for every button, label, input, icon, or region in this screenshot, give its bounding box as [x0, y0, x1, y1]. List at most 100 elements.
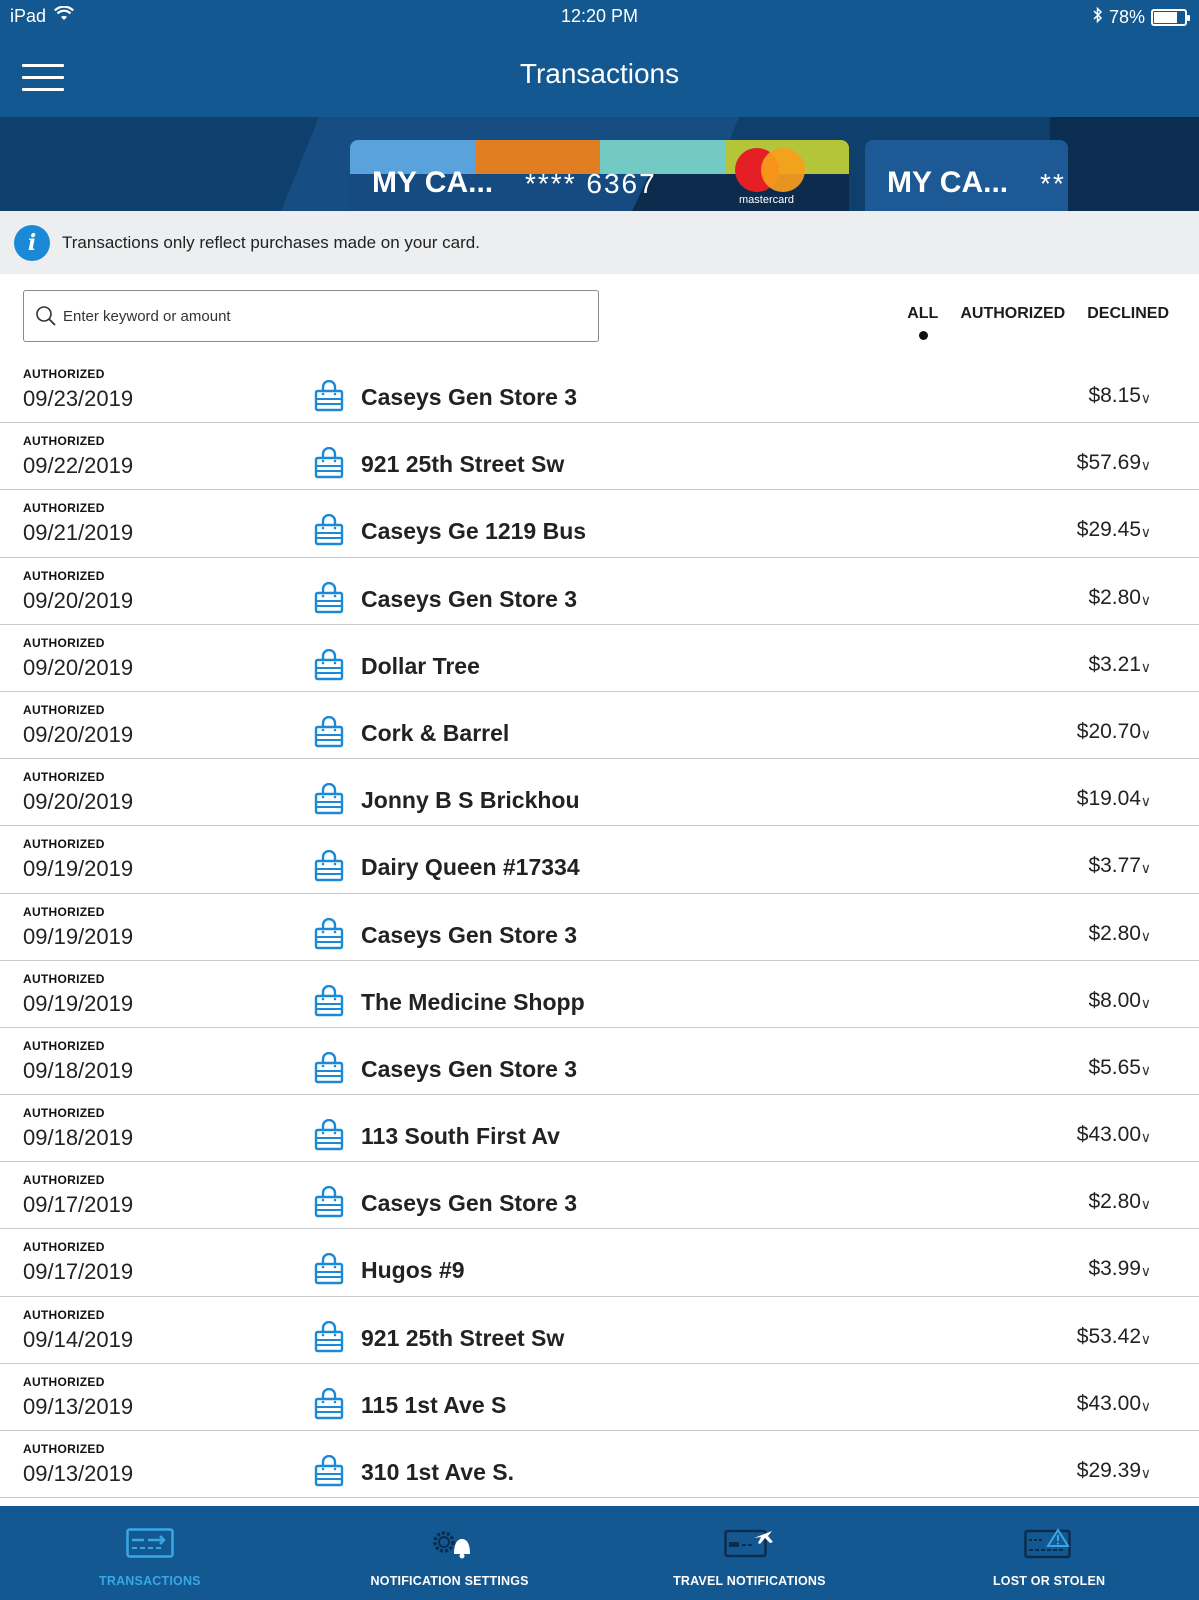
- card-name: MY CA...: [372, 166, 494, 199]
- shopping-bag-icon: [313, 850, 345, 887]
- card-number: **: [1040, 168, 1066, 199]
- transaction-status: AUTHORIZED: [23, 1106, 105, 1121]
- shopping-bag-icon: [313, 581, 345, 619]
- page-title: Transactions: [519, 58, 680, 89]
- filter-all[interactable]: ALL: [907, 305, 939, 340]
- transaction-amount: $57.69: [1076, 451, 1141, 475]
- transaction-status: AUTHORIZED: [23, 837, 105, 852]
- chevron-down-icon: ∨: [1140, 524, 1151, 541]
- transaction-merchant: Caseys Gen Store 3: [361, 921, 578, 948]
- chevron-down-icon: ∨: [1140, 1397, 1151, 1414]
- transaction-amount: $2.80: [1088, 921, 1141, 945]
- card-item[interactable]: MY CA... **: [865, 140, 1068, 211]
- search-input[interactable]: [63, 307, 563, 325]
- battery-icon: [1151, 9, 1190, 26]
- chevron-down-icon: ∨: [1140, 860, 1151, 877]
- shopping-bag-icon: [313, 1320, 345, 1358]
- transaction-amount: $2.80: [1088, 585, 1141, 609]
- search-field[interactable]: [23, 290, 599, 342]
- transaction-row[interactable]: AUTHORIZED 09/20/2019 Cork & Barrel $20.70 ∨: [0, 692, 1199, 760]
- status-bar: iPad 12:20 PM 78%: [0, 0, 1199, 32]
- transaction-row[interactable]: AUTHORIZED 09/23/2019 Caseys Gen Store 3 $8…: [0, 356, 1199, 424]
- transaction-merchant: 115 1st Ave S: [361, 1391, 507, 1418]
- tab-transactions[interactable]: TRANSACTIONS: [0, 1506, 300, 1600]
- transaction-row[interactable]: AUTHORIZED 09/21/2019 Caseys Ge 1219 Bus $2…: [0, 490, 1199, 558]
- transaction-merchant: Dollar Tree: [361, 652, 480, 679]
- chevron-down-icon: ∨: [1140, 793, 1151, 810]
- transaction-row[interactable]: AUTHORIZED 09/20/2019 Dollar Tree $3.21 ∨: [0, 625, 1199, 692]
- transaction-row[interactable]: AUTHORIZED 09/18/2019 Caseys Gen Store 3 $5…: [0, 1028, 1199, 1096]
- transaction-status: AUTHORIZED: [23, 568, 105, 583]
- transaction-date: 09/13/2019: [23, 1393, 134, 1419]
- chevron-down-icon: ∨: [1140, 1263, 1151, 1280]
- transaction-date: 09/18/2019: [23, 1057, 134, 1083]
- transaction-row[interactable]: AUTHORIZED 09/13/2019 115 1st Ave S $43.00 ∨: [0, 1364, 1199, 1431]
- chevron-down-icon: ∨: [1140, 725, 1151, 742]
- status-time: 12:20 PM: [560, 6, 639, 26]
- filter-authorized[interactable]: AUTHORIZED: [960, 305, 1065, 323]
- card-item[interactable]: MY CA... **** 6367 mastercard: [350, 140, 849, 211]
- card-transfer-icon: [126, 1528, 174, 1563]
- transaction-date: 09/17/2019: [23, 1259, 134, 1285]
- transaction-date: 09/20/2019: [23, 789, 134, 815]
- transaction-merchant: Dairy Queen #17334: [361, 854, 580, 881]
- transaction-date: 09/23/2019: [23, 386, 134, 411]
- transaction-status: AUTHORIZED: [23, 1442, 105, 1456]
- shopping-bag-icon: [313, 984, 345, 1022]
- filter-all-label: ALL: [907, 305, 939, 322]
- transaction-row[interactable]: AUTHORIZED 09/19/2019 The Medicine Shopp $8…: [0, 961, 1199, 1028]
- card-name: MY CA...: [887, 166, 1009, 199]
- shopping-bag-icon: [313, 379, 345, 417]
- chevron-down-icon: ∨: [1140, 994, 1151, 1011]
- transaction-amount: $3.77: [1088, 854, 1141, 878]
- tab-lost-or-stolen[interactable]: LOST OR STOLEN: [899, 1506, 1199, 1600]
- transaction-row[interactable]: AUTHORIZED 09/17/2019 Hugos #9 $3.99 ∨: [0, 1229, 1199, 1297]
- transaction-status: AUTHORIZED: [23, 1374, 105, 1389]
- transaction-merchant: Caseys Gen Store 3: [361, 1190, 578, 1217]
- gear-bell-icon: [429, 1528, 471, 1565]
- filter-tabs: ALL AUTHORIZED DECLINED: [907, 305, 1169, 340]
- transaction-row[interactable]: AUTHORIZED 09/19/2019 Caseys Gen Store 3 $2…: [0, 894, 1199, 961]
- transaction-row[interactable]: AUTHORIZED 09/18/2019 113 South First Av $4…: [0, 1095, 1199, 1163]
- card-carousel[interactable]: MY CA... **** 6367 mastercard MY CA... *…: [0, 117, 1199, 211]
- transaction-merchant: Hugos #9: [361, 1257, 465, 1284]
- filter-declined[interactable]: DECLINED: [1087, 305, 1169, 323]
- bottom-tab-bar: TRANSACTIONS NOTIFICATION SETTINGS TRAVE…: [0, 1506, 1199, 1600]
- transaction-merchant: Cork & Barrel: [361, 719, 510, 746]
- info-icon: i: [14, 224, 50, 261]
- transaction-row[interactable]: AUTHORIZED 09/22/2019 921 25th Street Sw $5…: [0, 423, 1199, 491]
- shopping-bag-icon: [313, 715, 345, 753]
- status-right: 78%: [1093, 6, 1190, 29]
- transaction-date: 09/20/2019: [23, 587, 134, 613]
- battery-level: [1154, 12, 1177, 23]
- transaction-amount: $3.99: [1088, 1257, 1141, 1281]
- chevron-down-icon: ∨: [1140, 390, 1151, 406]
- transaction-status: AUTHORIZED: [23, 971, 105, 986]
- transaction-merchant: 921 25th Street Sw: [361, 451, 565, 478]
- transaction-row[interactable]: AUTHORIZED 09/19/2019 Dairy Queen #17334 $3…: [0, 826, 1199, 894]
- transaction-row[interactable]: AUTHORIZED 09/17/2019 Caseys Gen Store 3 $2…: [0, 1162, 1199, 1230]
- transaction-row[interactable]: AUTHORIZED 09/14/2019 921 25th Street Sw $5…: [0, 1297, 1199, 1364]
- transaction-merchant: 310 1st Ave S.: [361, 1459, 515, 1485]
- tab-notification-settings[interactable]: NOTIFICATION SETTINGS: [300, 1506, 600, 1600]
- transaction-row[interactable]: AUTHORIZED 09/13/2019 310 1st Ave S. $29.39…: [0, 1431, 1199, 1499]
- transaction-merchant: Caseys Gen Store 3: [361, 585, 578, 612]
- chevron-down-icon: ∨: [1140, 1061, 1151, 1078]
- app-header: iPad 12:20 PM 78% Transactions: [0, 0, 1199, 117]
- transaction-row[interactable]: AUTHORIZED 09/20/2019 Jonny B S Brickhou $1…: [0, 759, 1199, 827]
- tab-travel-notifications[interactable]: TRAVEL NOTIFICATIONS: [600, 1506, 900, 1600]
- tab-label: TRAVEL NOTIFICATIONS: [673, 1574, 826, 1588]
- transaction-merchant: Caseys Gen Store 3: [361, 384, 578, 410]
- shopping-bag-icon: [313, 648, 345, 686]
- shopping-bag-icon: [313, 1051, 345, 1089]
- transaction-date: 09/21/2019: [23, 520, 134, 546]
- transactions-list: AUTHORIZED 09/23/2019 Caseys Gen Store 3 $8…: [0, 356, 1199, 1499]
- transaction-status: AUTHORIZED: [23, 1240, 105, 1255]
- chevron-down-icon: ∨: [1140, 1330, 1151, 1347]
- transaction-row[interactable]: AUTHORIZED 09/20/2019 Caseys Gen Store 3 $2…: [0, 558, 1199, 625]
- transaction-amount: $8.15: [1088, 384, 1141, 407]
- chevron-down-icon: ∨: [1140, 658, 1151, 675]
- shopping-bag-icon: [313, 1454, 345, 1492]
- transaction-merchant: Caseys Gen Store 3: [361, 1055, 578, 1082]
- transaction-date: 09/18/2019: [23, 1125, 134, 1151]
